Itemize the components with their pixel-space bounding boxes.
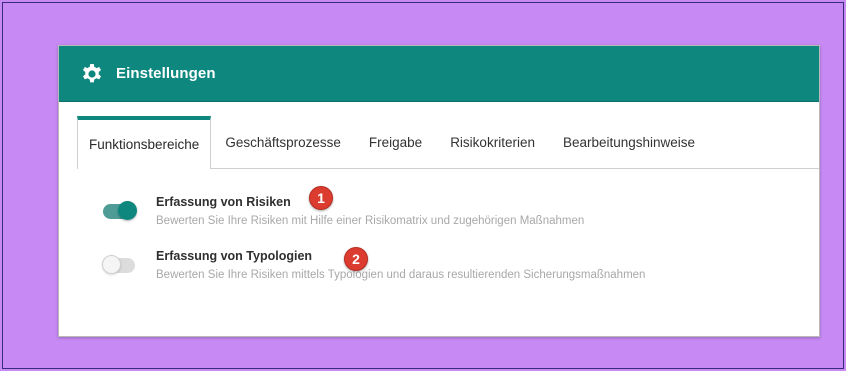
page-title: Einstellungen (116, 65, 216, 82)
toggle-knob (102, 255, 121, 274)
typologien-toggle[interactable] (102, 255, 135, 274)
tab-bar: Funktionsbereiche Geschäftsprozesse Frei… (77, 116, 819, 169)
setting-typologien: Erfassung von Typologien Bewerten Sie Ih… (99, 246, 799, 286)
setting-risiken: Erfassung von Risiken Bewerten Sie Ihre … (99, 192, 799, 232)
annotation-badge-2: 2 (344, 247, 368, 271)
risiken-toggle[interactable] (103, 201, 137, 220)
tab-bearbeitungshinweise[interactable]: Bearbeitungshinweise (549, 116, 709, 168)
setting-description: Bewerten Sie Ihre Risiken mit Hilfe eine… (156, 215, 585, 227)
setting-description: Bewerten Sie Ihre Risiken mittels Typolo… (156, 269, 646, 281)
setting-label: Erfassung von Typologien (156, 249, 313, 263)
tab-funktionsbereiche[interactable]: Funktionsbereiche (77, 116, 212, 169)
gear-icon (79, 61, 105, 87)
panel-header: Einstellungen (59, 46, 819, 102)
setting-label: Erfassung von Risiken (156, 195, 291, 209)
toggle-knob (118, 201, 137, 220)
tab-geschaeftsprozesse[interactable]: Geschäftsprozesse (211, 116, 355, 168)
annotation-badge-1: 1 (309, 186, 333, 210)
settings-panel: Einstellungen Funktionsbereiche Geschäft… (58, 45, 820, 337)
tab-freigabe[interactable]: Freigabe (355, 116, 436, 168)
tab-risikokriterien[interactable]: Risikokriterien (436, 116, 549, 168)
